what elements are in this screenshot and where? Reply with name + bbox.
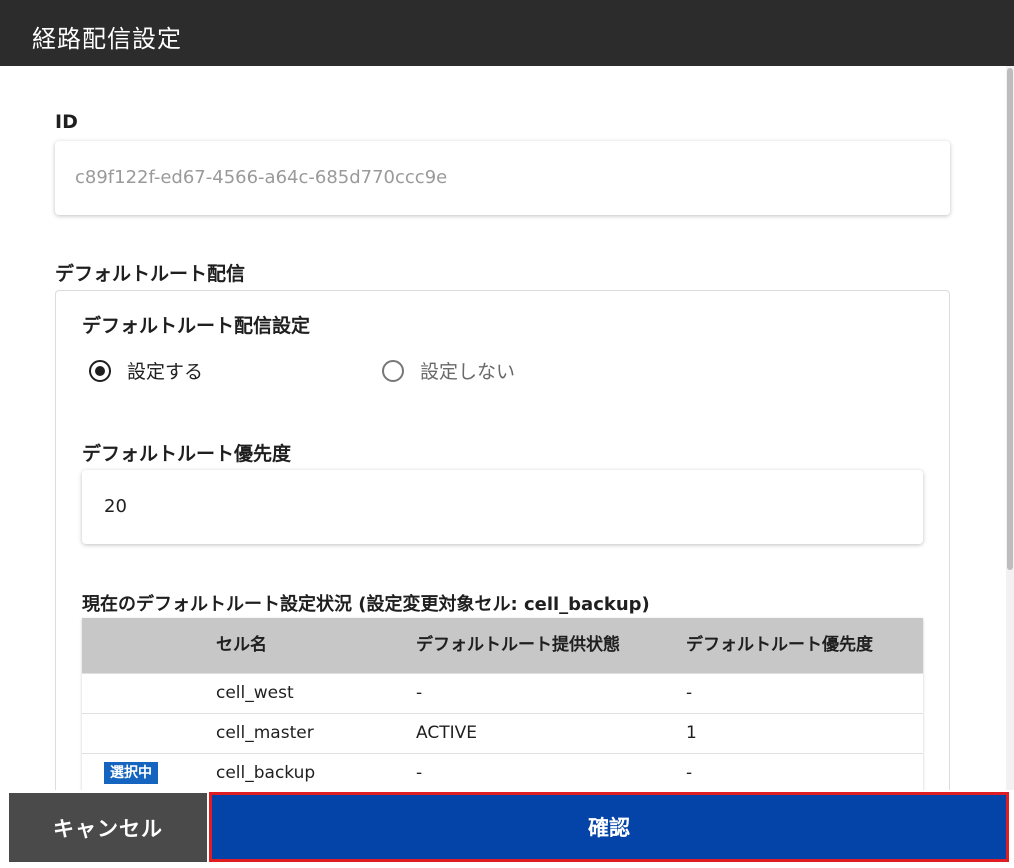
priority-input[interactable]: 20 <box>82 470 923 544</box>
radio-set-label: 設定する <box>127 361 204 383</box>
status-title: 現在のデフォルトルート設定状況 (設定変更対象セル: cell_backup) <box>82 594 650 615</box>
row-cell-name: cell_master <box>216 712 416 753</box>
dialog-title: 経路配信設定 <box>32 25 182 53</box>
priority-label: デフォルトルート優先度 <box>82 443 292 465</box>
row-priority: - <box>686 672 923 713</box>
status-table: セル名 デフォルトルート提供状態 デフォルトルート優先度 cell_west -… <box>82 618 923 793</box>
row-cell-name: cell_backup <box>216 752 416 793</box>
row-priority: - <box>686 752 923 793</box>
table-row: cell_master ACTIVE 1 <box>82 712 923 753</box>
row-state: - <box>416 752 686 793</box>
route-distribution-dialog: 経路配信設定 ID c89f122f-ed67-4566-a64c-685d77… <box>0 0 1014 868</box>
table-header-row: セル名 デフォルトルート提供状態 デフォルトルート優先度 <box>82 618 923 673</box>
radio-set[interactable]: 設定する <box>89 357 203 384</box>
radio-checked-icon <box>89 359 111 382</box>
row-badge-cell <box>82 712 216 753</box>
radio-not-set[interactable]: 設定しない <box>382 357 515 384</box>
row-state: ACTIVE <box>416 712 686 753</box>
row-cell-name: cell_west <box>216 672 416 713</box>
dialog-header: 経路配信設定 <box>0 0 1014 66</box>
cancel-button[interactable]: キャンセル <box>9 793 207 862</box>
table-row: 選択中 cell_backup - - <box>82 752 923 793</box>
table-header-badge <box>82 618 216 673</box>
row-state: - <box>416 672 686 713</box>
row-badge-cell: 選択中 <box>82 752 216 793</box>
default-route-setting-label: デフォルトルート配信設定 <box>82 315 311 337</box>
scrollbar-thumb[interactable] <box>1007 68 1013 570</box>
radio-unchecked-icon <box>382 359 404 382</box>
table-row: cell_west - - <box>82 672 923 713</box>
default-route-section-title: デフォルトルート配信 <box>55 263 246 285</box>
id-label: ID <box>55 111 78 133</box>
row-priority: 1 <box>686 712 923 753</box>
confirm-button[interactable]: 確認 <box>209 792 1009 862</box>
table-header-state: デフォルトルート提供状態 <box>416 618 686 673</box>
table-header-priority: デフォルトルート優先度 <box>686 618 923 673</box>
radio-not-set-label: 設定しない <box>420 361 516 383</box>
table-header-cell-name: セル名 <box>216 618 416 673</box>
row-badge-cell <box>82 672 216 713</box>
selected-badge: 選択中 <box>104 762 158 785</box>
id-field[interactable]: c89f122f-ed67-4566-a64c-685d770ccc9e <box>55 141 950 215</box>
